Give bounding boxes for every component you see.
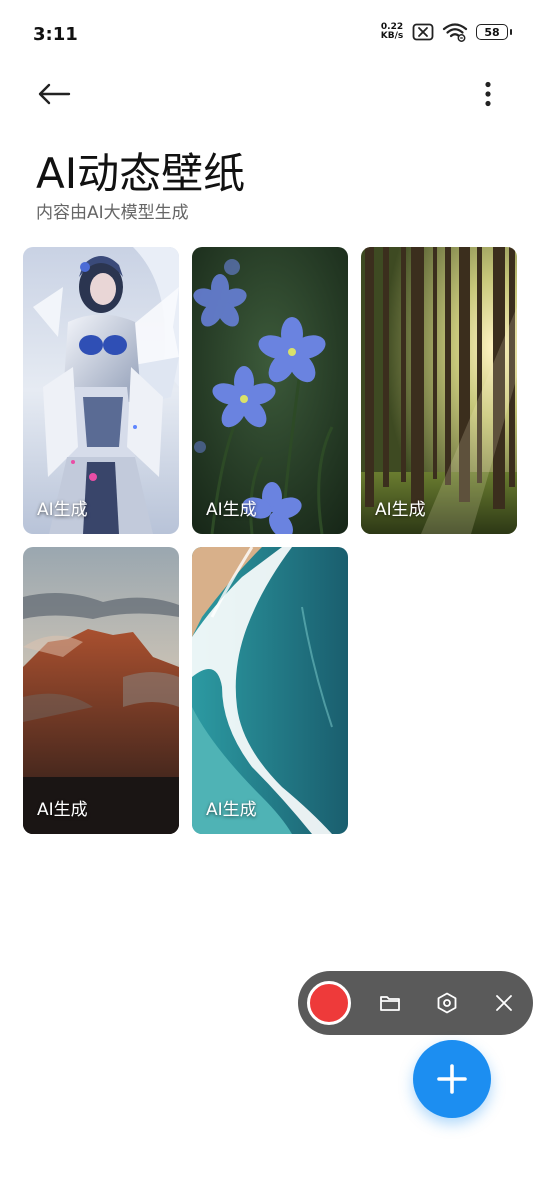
mecha-angel-image [23,247,179,534]
network-speed-unit: KB/s [380,31,404,41]
page-title: AI动态壁纸 [36,149,246,198]
wallpaper-card-mountain-clouds[interactable]: AI生成 [23,547,179,834]
wallpaper-screen: 3:11 0.22 KB/s 58 AI动态壁纸 内容由AI大模型生成 AI生成… [0,0,540,1188]
more-vertical-icon [485,81,491,107]
network-speed: 0.22 KB/s [380,23,404,41]
ai-generated-label: AI生成 [206,800,257,820]
close-icon[interactable] [492,991,516,1015]
wallpaper-card-sunlit-forest[interactable]: AI生成 [361,247,517,534]
record-button[interactable] [307,981,351,1025]
hexagon-settings-icon[interactable] [435,991,459,1015]
screen-recorder-toolbar [298,971,533,1035]
no-sim-icon [412,23,434,41]
mountain-clouds-image [23,547,179,834]
ai-generated-label: AI生成 [375,500,426,520]
ocean-waves-image [192,547,348,834]
plus-icon [437,1064,467,1094]
ai-generated-label: AI生成 [206,500,257,520]
blue-flowers-image [192,247,348,534]
status-time: 3:11 [33,24,78,45]
wallpaper-card-ocean-waves[interactable]: AI生成 [192,547,348,834]
battery-indicator: 58 [476,24,512,40]
wifi-icon [442,23,468,42]
wallpaper-card-blue-flowers[interactable]: AI生成 [192,247,348,534]
sunlit-forest-image [361,247,517,534]
ai-generated-label: AI生成 [37,800,88,820]
ai-generated-label: AI生成 [37,500,88,520]
more-button[interactable] [476,78,500,110]
back-button[interactable] [34,78,74,110]
app-bar [0,70,540,118]
status-icons: 0.22 KB/s 58 [380,22,512,42]
wallpaper-card-mecha-angel[interactable]: AI生成 [23,247,179,534]
page-subtitle: 内容由AI大模型生成 [36,203,189,223]
add-wallpaper-button[interactable] [413,1040,491,1118]
arrow-left-icon [38,83,71,105]
folder-icon[interactable] [378,991,402,1015]
status-bar: 3:11 0.22 KB/s 58 [0,0,540,70]
